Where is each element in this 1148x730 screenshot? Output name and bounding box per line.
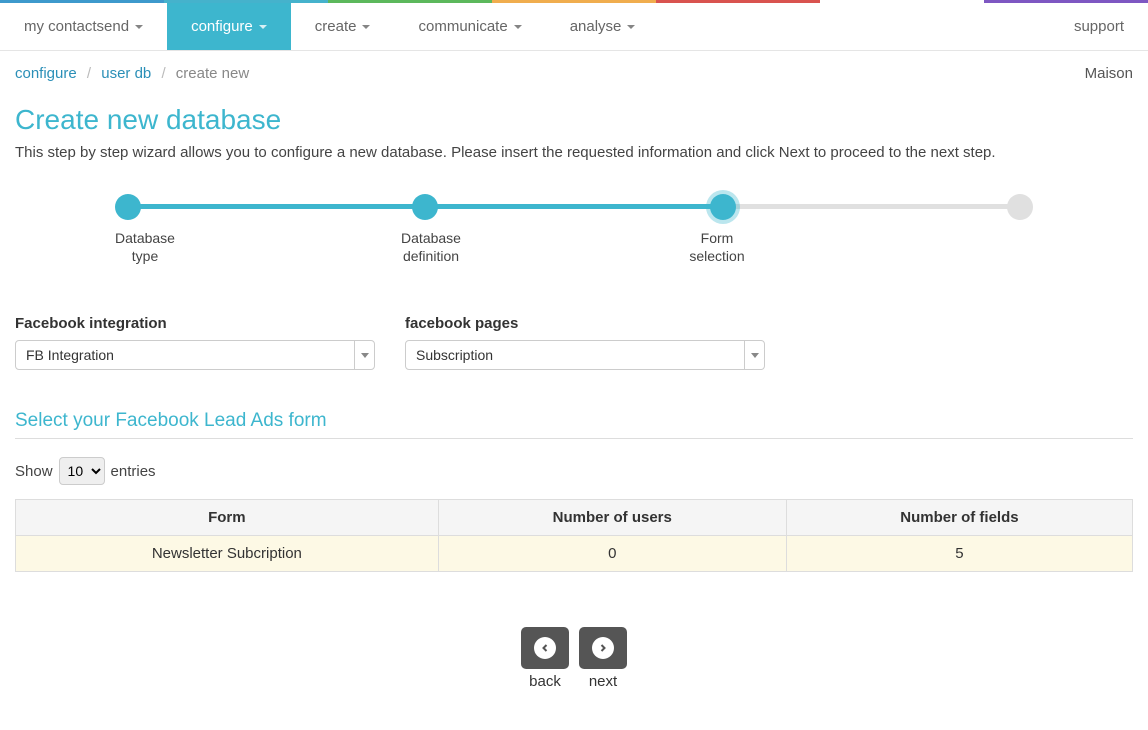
account-name: Maison <box>1085 65 1133 82</box>
wizard-stepper: Databasetype Databasedefinition Formselect… <box>15 191 1133 285</box>
fb-pages-label: facebook pages <box>405 315 765 332</box>
nav-item-label: create <box>315 18 357 35</box>
fb-integration-value: FB Integration <box>16 341 354 369</box>
th-users[interactable]: Number of users <box>438 500 786 536</box>
cell-form: Newsletter Subcription <box>16 536 439 572</box>
step-label: Databasetype <box>85 229 205 265</box>
fb-integration-label: Facebook integration <box>15 315 375 332</box>
chevron-down-icon <box>362 25 370 29</box>
nav-support-label: support <box>1074 18 1124 35</box>
step-node <box>710 194 736 220</box>
step-label: Formselection <box>657 229 777 265</box>
fb-pages-select[interactable]: Subscription <box>405 340 765 370</box>
show-label-post: entries <box>111 463 156 480</box>
forms-table: Form Number of users Number of fields Ne… <box>15 499 1133 572</box>
breadcrumb-configure[interactable]: configure <box>15 65 77 82</box>
chevron-left-icon <box>534 637 556 659</box>
nav-item-label: analyse <box>570 18 622 35</box>
step-node <box>412 194 438 220</box>
fb-pages-value: Subscription <box>406 341 744 369</box>
nav-item-label: my contactsend <box>24 18 129 35</box>
step-node <box>115 194 141 220</box>
breadcrumb-sep: / <box>81 65 97 82</box>
page-description: This step by step wizard allows you to c… <box>15 144 1133 161</box>
nav-item-my-contactsend[interactable]: my contactsend <box>0 3 167 50</box>
step-label <box>943 229 1063 265</box>
breadcrumb: configure / user db / create new <box>15 65 249 82</box>
page-title: Create new database <box>15 104 1133 136</box>
chevron-down-icon <box>514 25 522 29</box>
chevron-down-icon <box>627 25 635 29</box>
chevron-down-icon <box>259 25 267 29</box>
chevron-down-icon <box>354 341 374 369</box>
breadcrumb-sep: / <box>155 65 171 82</box>
cell-fields: 5 <box>786 536 1132 572</box>
main-nav: my contactsend configure create communicate… <box>0 3 1148 51</box>
back-label: back <box>521 673 569 690</box>
next-label: next <box>579 673 627 690</box>
table-row[interactable]: Newsletter Subcription05 <box>16 536 1133 572</box>
nav-item-communicate[interactable]: communicate <box>394 3 545 50</box>
nav-item-label: configure <box>191 18 253 35</box>
step-node <box>1007 194 1033 220</box>
next-button[interactable]: next <box>579 627 627 690</box>
chevron-down-icon <box>744 341 764 369</box>
fb-integration-select[interactable]: FB Integration <box>15 340 375 370</box>
th-form[interactable]: Form <box>16 500 439 536</box>
breadcrumb-userdb[interactable]: user db <box>101 65 151 82</box>
chevron-down-icon <box>135 25 143 29</box>
step-label: Databasedefinition <box>371 229 491 265</box>
th-fields[interactable]: Number of fields <box>786 500 1132 536</box>
back-button[interactable]: back <box>521 627 569 690</box>
nav-item-label: communicate <box>418 18 507 35</box>
nav-item-configure[interactable]: configure <box>167 3 291 50</box>
chevron-right-icon <box>592 637 614 659</box>
nav-item-analyse[interactable]: analyse <box>546 3 660 50</box>
breadcrumb-current: create new <box>176 65 249 82</box>
cell-users: 0 <box>438 536 786 572</box>
section-title: Select your Facebook Lead Ads form <box>15 410 1133 432</box>
nav-support[interactable]: support <box>1050 3 1148 50</box>
entries-select[interactable]: 10 <box>59 457 105 485</box>
show-label-pre: Show <box>15 463 53 480</box>
nav-item-create[interactable]: create <box>291 3 395 50</box>
divider <box>15 438 1133 439</box>
